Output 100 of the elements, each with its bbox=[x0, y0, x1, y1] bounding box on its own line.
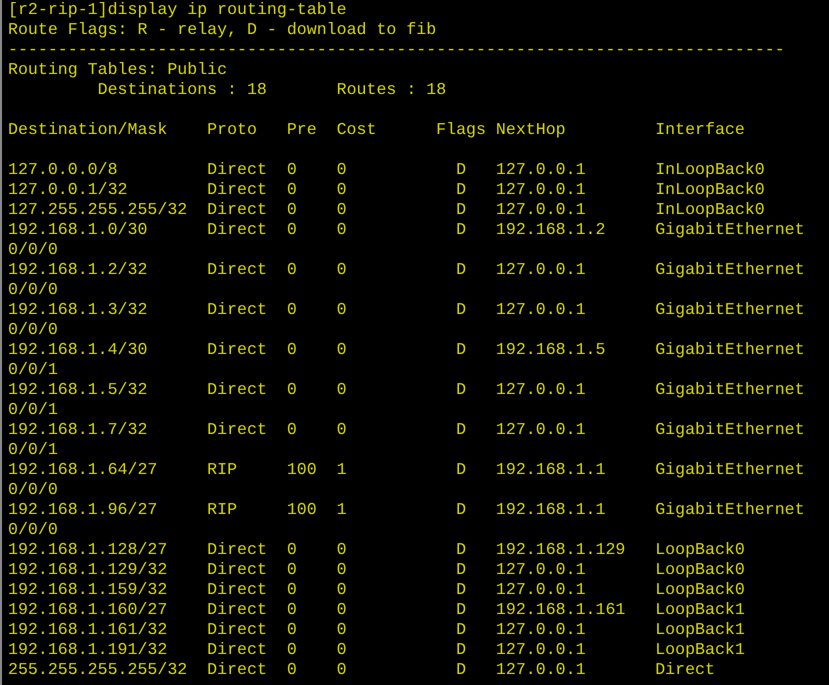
table-cell-text: 192.168.1.3/32 bbox=[8, 300, 148, 320]
table-cell: 0 bbox=[336, 380, 347, 400]
table-cell: GigabitEthernet bbox=[655, 460, 805, 480]
table-cell: 0/0/1 bbox=[8, 360, 58, 380]
table-cell-text: D bbox=[455, 660, 466, 680]
table-cell: InLoopBack0 bbox=[655, 160, 765, 180]
table-cell: Direct bbox=[207, 380, 267, 400]
table-cell: 0 bbox=[336, 420, 347, 440]
table-cell: LoopBack1 bbox=[655, 640, 745, 660]
table-cell: 0 bbox=[336, 260, 347, 280]
table-cell: GigabitEthernet bbox=[655, 380, 805, 400]
column-header: Pre bbox=[286, 120, 317, 140]
table-cell-text: D bbox=[455, 420, 466, 440]
table-cell: 0 bbox=[286, 640, 297, 660]
table-cell: 192.168.1.161 bbox=[496, 600, 626, 620]
table-cell: Direct bbox=[207, 580, 267, 600]
table-cell: 0 bbox=[286, 260, 297, 280]
table-cell: 0 bbox=[336, 340, 347, 360]
table-cell: 0 bbox=[286, 220, 297, 240]
table-cell: 0 bbox=[336, 620, 347, 640]
table-cell: GigabitEthernet bbox=[655, 340, 805, 360]
table-cell: RIP bbox=[207, 500, 238, 520]
table-cell: RIP bbox=[207, 460, 238, 480]
table-cell: 0 bbox=[336, 660, 347, 680]
table-cell: Direct bbox=[655, 660, 715, 680]
table-cell: 0/0/1 bbox=[8, 440, 58, 460]
table-cell: 0 bbox=[286, 540, 297, 560]
table-cell: GigabitEthernet bbox=[655, 500, 805, 520]
table-cell: 0 bbox=[336, 220, 347, 240]
destinations-count: Destinations : 18 bbox=[98, 80, 267, 100]
table-cell: Direct bbox=[207, 260, 267, 280]
table-cell: 192.168.1.5 bbox=[496, 340, 606, 360]
table-cell-text: D bbox=[455, 340, 466, 360]
table-cell-text: D bbox=[455, 580, 466, 600]
table-cell: Direct bbox=[207, 180, 267, 200]
table-cell-text: D bbox=[455, 380, 466, 400]
table-cell: 127.0.0.1 bbox=[496, 640, 586, 660]
table-cell-text: D bbox=[455, 180, 466, 200]
table-cell: 0 bbox=[336, 180, 347, 200]
routes-count: Routes : 18 bbox=[336, 80, 446, 100]
table-cell: 0 bbox=[336, 300, 347, 320]
table-cell: 127.0.0.1 bbox=[496, 180, 586, 200]
table-cell: 127.0.0.1 bbox=[496, 660, 586, 680]
table-cell: 127.0.0.1 bbox=[496, 160, 586, 180]
table-cell: InLoopBack0 bbox=[655, 200, 765, 220]
table-cell: 192.168.1.2 bbox=[496, 220, 606, 240]
table-cell: 127.0.0.1 bbox=[496, 300, 586, 320]
table-cell: Direct bbox=[207, 160, 267, 180]
table-cell: 127.0.0.1 bbox=[496, 200, 586, 220]
table-cell-text: 192.168.1.7/32 bbox=[8, 420, 148, 440]
table-cell: 127.0.0.1 bbox=[496, 260, 586, 280]
table-cell: 0/0/0 bbox=[8, 240, 58, 260]
table-cell: 1 bbox=[336, 460, 347, 480]
table-cell: 127.0.0.1 bbox=[496, 560, 586, 580]
table-cell-text: 192.168.1.4/30 bbox=[8, 340, 148, 360]
table-cell: LoopBack0 bbox=[655, 540, 745, 560]
table-cell: 0 bbox=[286, 200, 297, 220]
table-cell: 0 bbox=[336, 540, 347, 560]
table-cell: 0 bbox=[336, 640, 347, 660]
table-cell: 100 bbox=[286, 500, 317, 520]
table-cell-text: 127.0.0.0/8 bbox=[8, 160, 119, 180]
table-cell-text: 192.168.1.160/27 bbox=[8, 600, 168, 620]
table-cell: 0 bbox=[336, 200, 347, 220]
table-cell: 0 bbox=[286, 560, 297, 580]
table-cell-text: D bbox=[455, 300, 466, 320]
command-line: [r2-rip-1]display ip routing-table bbox=[8, 0, 347, 20]
table-cell: 192.168.1.1 bbox=[496, 500, 606, 520]
table-cell-text: D bbox=[455, 160, 466, 180]
table-cell: 127.0.0.1 bbox=[496, 420, 586, 440]
table-cell: 0 bbox=[286, 420, 297, 440]
table-cell-text: D bbox=[455, 460, 466, 480]
table-cell: GigabitEthernet bbox=[655, 420, 805, 440]
table-cell-text: 192.168.1.128/27 bbox=[8, 540, 168, 560]
table-cell: Direct bbox=[207, 340, 267, 360]
table-cell-text: 127.255.255.255/32 bbox=[8, 200, 188, 220]
table-cell-text: D bbox=[455, 560, 466, 580]
table-cell: 0 bbox=[286, 580, 297, 600]
table-cell: 0 bbox=[286, 340, 297, 360]
table-cell: GigabitEthernet bbox=[655, 300, 805, 320]
table-cell: GigabitEthernet bbox=[655, 260, 805, 280]
column-header: Proto bbox=[207, 120, 257, 140]
routing-table-title: Routing Tables: Public bbox=[8, 60, 228, 80]
table-cell: 0 bbox=[286, 660, 297, 680]
table-cell-text: D bbox=[455, 260, 466, 280]
table-cell: LoopBack0 bbox=[655, 580, 745, 600]
table-cell: Direct bbox=[207, 540, 267, 560]
table-cell: Direct bbox=[207, 620, 267, 640]
table-cell-text: 255.255.255.255/32 bbox=[8, 660, 188, 680]
table-cell: 100 bbox=[286, 460, 317, 480]
table-cell: 0/0/1 bbox=[8, 400, 58, 420]
table-cell: 0/0/0 bbox=[8, 520, 58, 540]
table-cell: 127.0.0.1 bbox=[496, 380, 586, 400]
column-header: Flags bbox=[436, 120, 486, 140]
table-cell-text: 192.168.1.0/30 bbox=[8, 220, 148, 240]
table-cell-text: 192.168.1.191/32 bbox=[8, 640, 168, 660]
column-header: Cost bbox=[336, 120, 376, 140]
table-cell: Direct bbox=[207, 220, 267, 240]
table-cell: 0/0/0 bbox=[8, 480, 58, 500]
table-cell: 1 bbox=[336, 500, 347, 520]
table-cell: 0 bbox=[286, 180, 297, 200]
